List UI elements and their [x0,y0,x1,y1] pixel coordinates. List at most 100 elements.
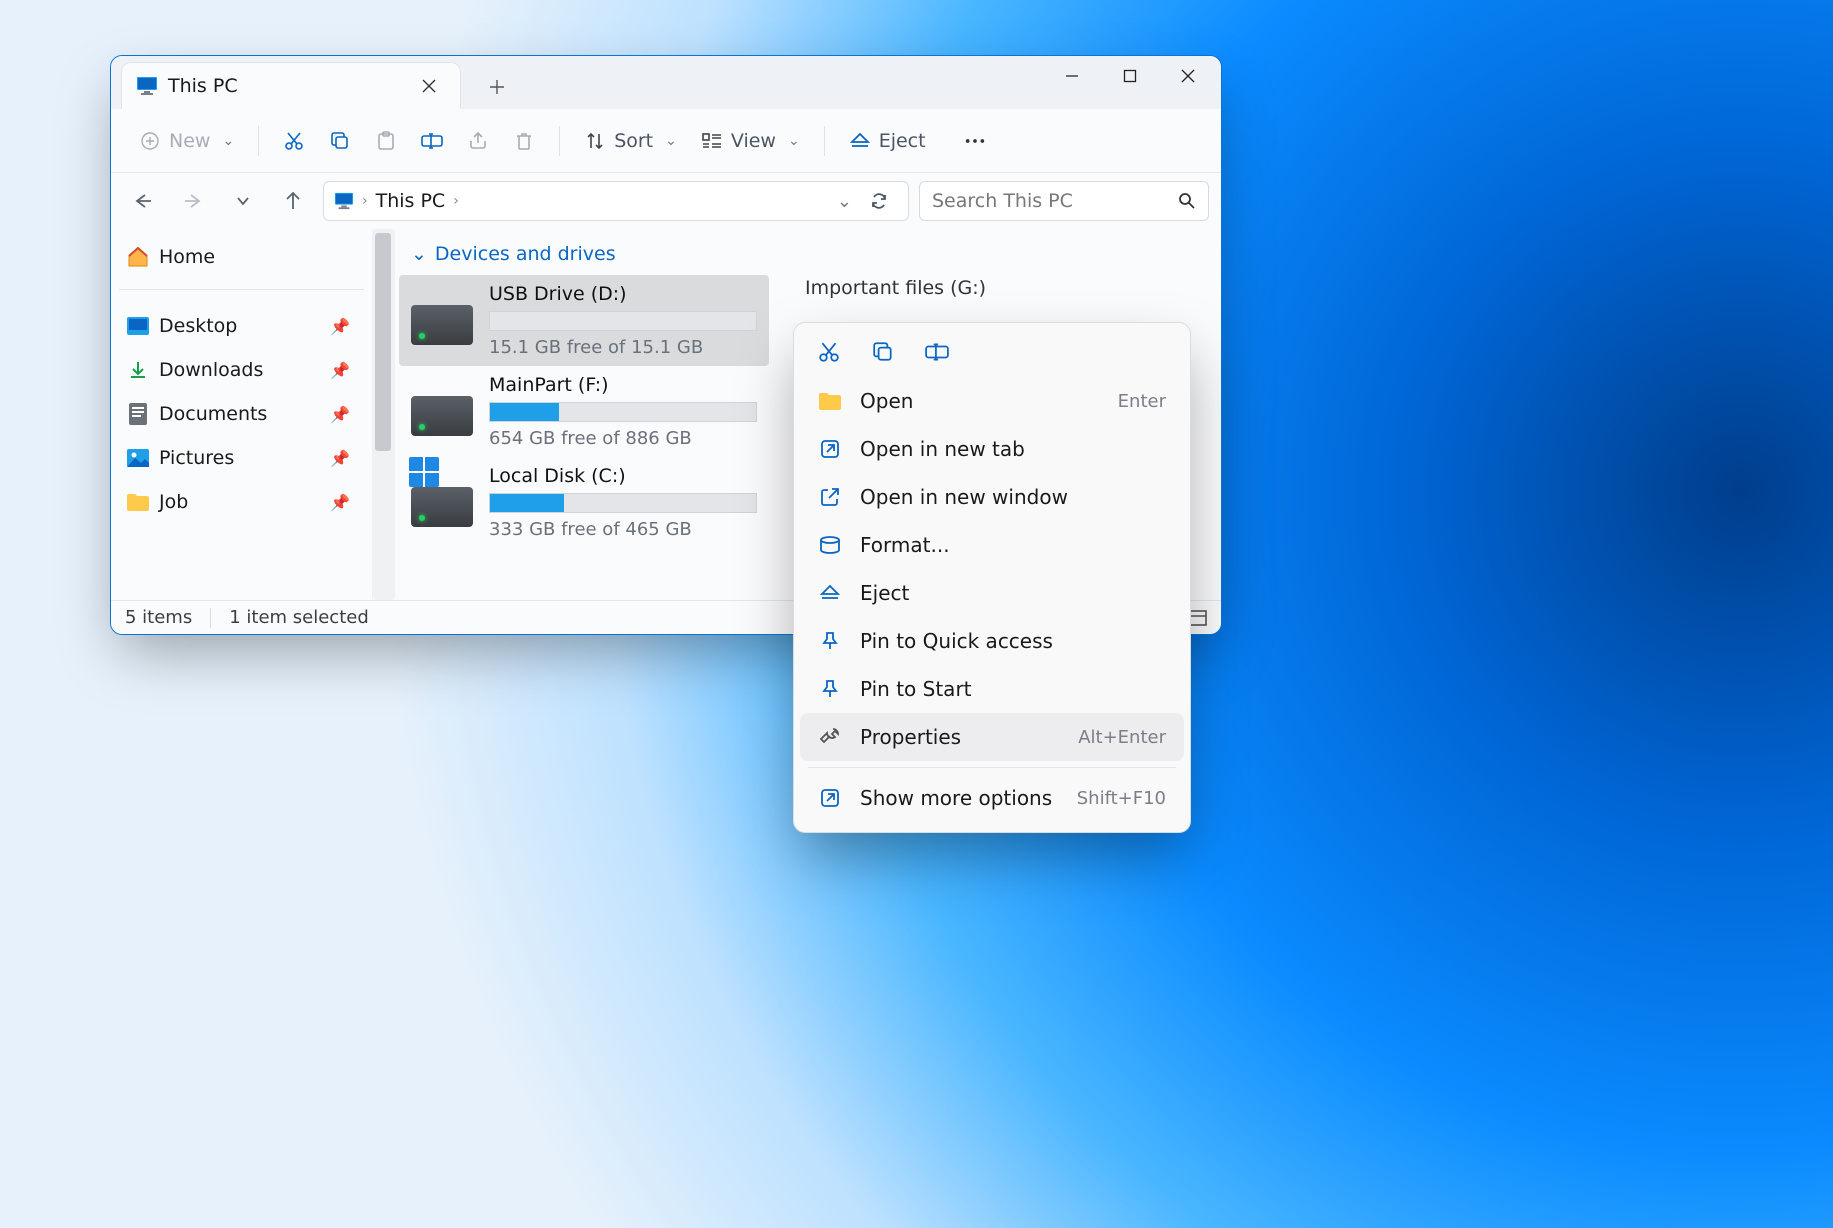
chevron-down-icon: ⌄ [788,133,800,149]
pin-icon: 📌 [330,405,350,424]
new-button-label: New [169,130,210,152]
eject-button[interactable]: Eject [839,121,936,161]
address-history-button[interactable]: ⌄ [837,191,852,212]
eject-icon [818,581,842,605]
capacity-bar [489,493,757,513]
context-menu-pin-start[interactable]: Pin to Start [800,665,1184,713]
chevron-down-icon: ⌄ [411,243,427,265]
windows-logo-icon [409,457,439,487]
pin-icon: 📌 [330,317,350,336]
sort-icon [584,130,606,152]
context-menu-label: Eject [860,581,1166,605]
pictures-icon [127,447,149,469]
clipboard-icon [375,130,397,152]
copy-button[interactable] [319,121,361,161]
drive-item[interactable]: MainPart (F:)654 GB free of 886 GB [399,366,769,457]
scissors-icon [283,130,305,152]
nav-forward-button[interactable] [173,181,213,221]
sidebar-item-label: Downloads [159,359,263,381]
home-icon [127,246,149,268]
sidebar-item-home[interactable]: Home [115,235,368,279]
cut-button[interactable] [273,121,315,161]
pin-icon [818,677,842,701]
sidebar-item-desktop[interactable]: Desktop 📌 [115,304,368,348]
context-menu-format[interactable]: Format... [800,521,1184,569]
context-menu-more[interactable]: Show more optionsShift+F10 [800,774,1184,822]
nav-up-button[interactable] [273,181,313,221]
context-menu-eject[interactable]: Eject [800,569,1184,617]
share-button[interactable] [457,121,499,161]
address-bar[interactable]: › This PC › ⌄ [323,181,909,221]
more-icon [818,786,842,810]
sort-button-label: Sort [614,130,653,152]
context-menu-open-tab[interactable]: Open in new tab [800,425,1184,473]
cut-button[interactable] [814,337,844,367]
context-menu-label: Format... [860,533,1166,557]
minimize-button[interactable] [1043,56,1101,96]
context-menu: OpenEnter Open in new tab Open in new wind… [793,322,1191,833]
rename-button[interactable] [411,121,453,161]
drive-item[interactable]: Local Disk (C:)333 GB free of 465 GB [399,457,769,548]
ellipsis-icon [964,130,986,152]
context-menu-properties[interactable]: Properties Alt+Enter [800,713,1184,761]
scrollbar[interactable] [373,229,395,600]
rename-button[interactable] [922,337,952,367]
view-button-label: View [731,130,776,152]
delete-button[interactable] [503,121,545,161]
chevron-down-icon: ⌄ [222,133,234,149]
group-header-label: Devices and drives [435,243,616,265]
folder-icon [127,491,149,513]
folder-icon [818,389,842,413]
chevron-right-icon[interactable]: › [453,193,459,209]
sort-button[interactable]: Sort ⌄ [574,121,687,161]
nav-back-button[interactable] [123,181,163,221]
titlebar: This PC [111,56,1221,109]
context-menu-open[interactable]: OpenEnter [800,377,1184,425]
context-menu-label: Open in new tab [860,437,1166,461]
search-icon [1178,192,1196,210]
search-box[interactable]: Search This PC [919,181,1209,221]
sidebar-item-label: Home [159,246,215,268]
nav-history-button[interactable] [223,181,263,221]
context-menu-label: Properties [860,725,1060,749]
context-menu-pin-qa[interactable]: Pin to Quick access [800,617,1184,665]
sidebar-item-documents[interactable]: Documents 📌 [115,392,368,436]
format-icon [818,533,842,557]
chevron-right-icon[interactable]: › [362,193,368,209]
more-actions-button[interactable] [954,121,996,161]
capacity-bar [489,311,757,331]
hard-drive-icon [411,487,473,527]
address-bar-row: › This PC › ⌄ Search This PC [111,173,1221,229]
wrench-icon [818,725,842,749]
sidebar-item-downloads[interactable]: Downloads 📌 [115,348,368,392]
context-menu-shortcut: Alt+Enter [1078,727,1166,748]
close-window-button[interactable] [1159,56,1217,96]
copy-icon [329,130,351,152]
context-menu-open-window[interactable]: Open in new window [800,473,1184,521]
view-button[interactable]: View ⌄ [691,121,810,161]
drive-item[interactable]: USB Drive (D:)15.1 GB free of 15.1 GB [399,275,769,366]
scrollbar-thumb[interactable] [375,233,391,451]
sidebar-item-label: Desktop [159,315,237,337]
tab-this-pc[interactable]: This PC [121,62,461,109]
navigation-pane: Home Desktop 📌 Downloads 📌 Documents 📌 P… [111,229,373,600]
new-button[interactable]: New ⌄ [129,121,244,161]
maximize-button[interactable] [1101,56,1159,96]
monitor-icon [334,192,354,210]
context-menu-label: Pin to Quick access [860,629,1166,653]
copy-button[interactable] [868,337,898,367]
monitor-icon [136,76,158,96]
sidebar-item-job[interactable]: Job 📌 [115,480,368,524]
tab-close-button[interactable] [412,69,446,103]
sidebar-item-pictures[interactable]: Pictures 📌 [115,436,368,480]
new-tab-button[interactable] [475,65,519,109]
breadcrumb-label: This PC [376,190,446,212]
drive-name: USB Drive (D:) [489,283,757,305]
divider [258,126,259,156]
status-selection: 1 item selected [229,607,369,628]
layout-details-button[interactable] [1189,610,1207,626]
drive-item[interactable]: Important files (G:) [793,269,1153,307]
refresh-button[interactable] [860,192,898,210]
breadcrumb-this-pc[interactable]: This PC [376,190,446,212]
paste-button[interactable] [365,121,407,161]
